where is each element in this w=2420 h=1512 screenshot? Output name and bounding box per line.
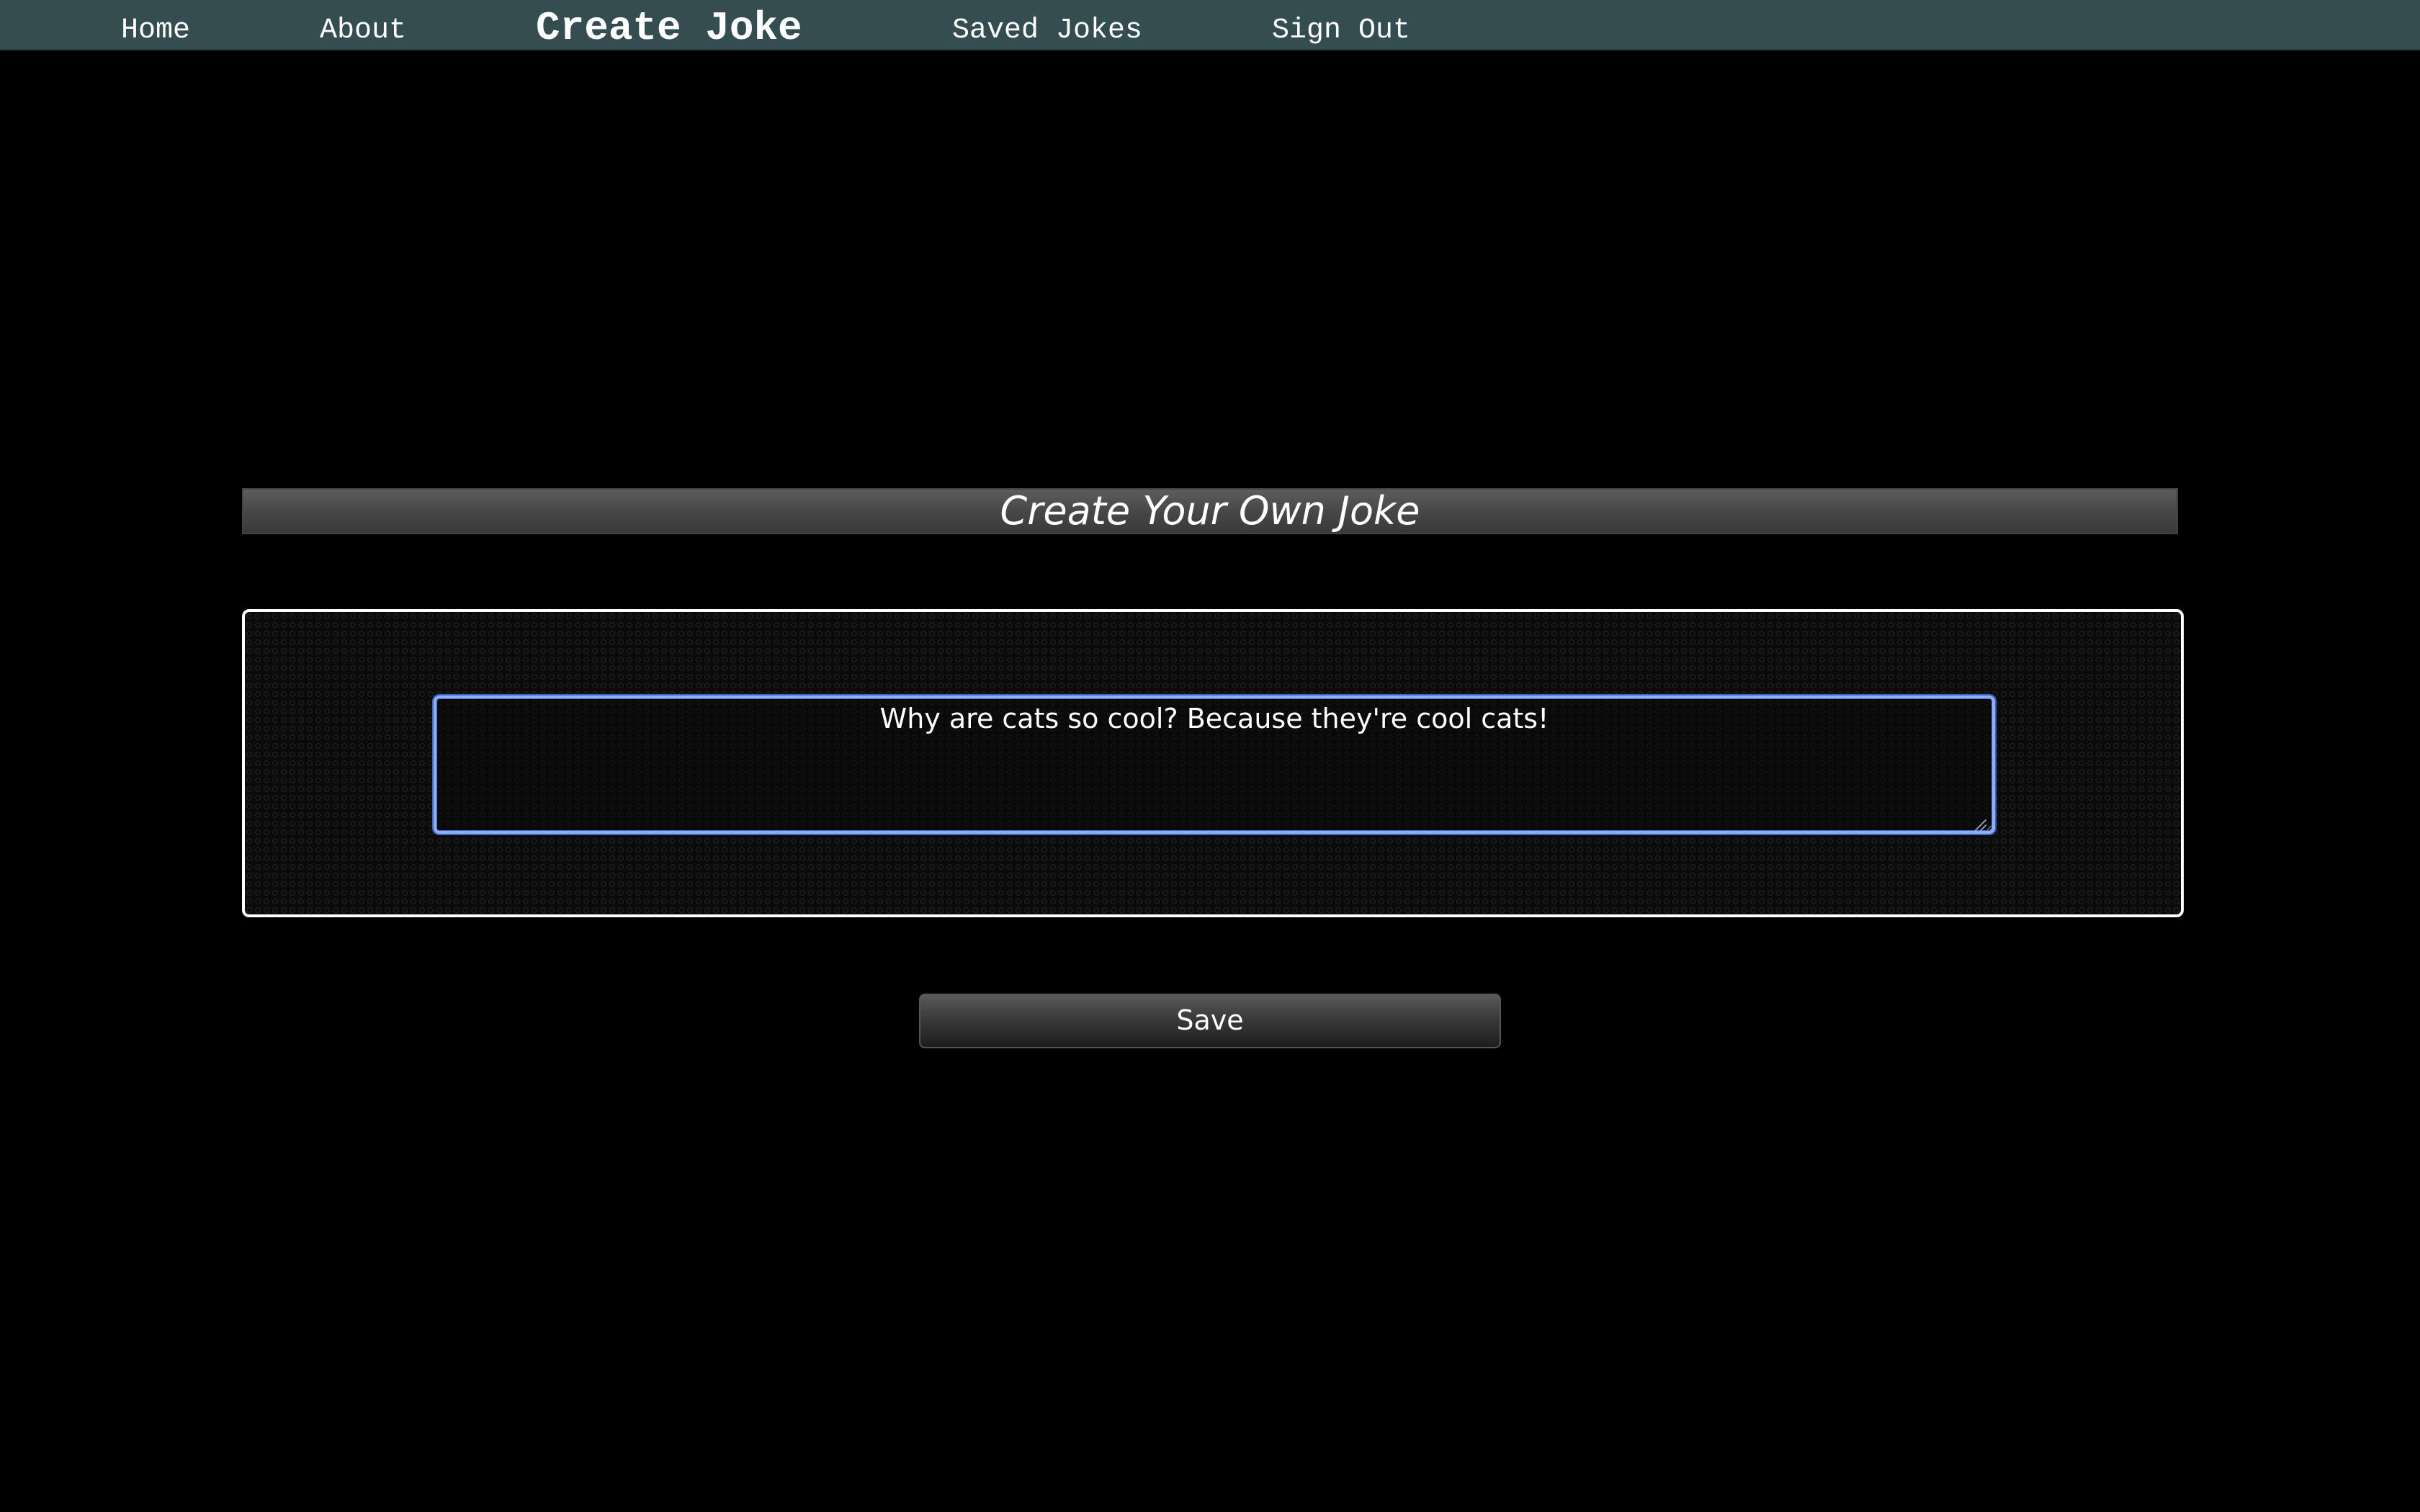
joke-text-input[interactable] — [434, 696, 1995, 834]
top-navbar: Home About Create Joke Saved Jokes Sign … — [0, 0, 2420, 51]
nav-create-joke-link[interactable]: Create Joke — [536, 0, 802, 51]
page-title-bar: Create Your Own Joke — [242, 488, 2178, 534]
nav-about-link[interactable]: About — [320, 0, 406, 50]
save-button[interactable]: Save — [919, 994, 1501, 1048]
joke-form-panel — [242, 609, 2184, 917]
nav-sign-out-link[interactable]: Sign Out — [1272, 0, 1410, 50]
resize-grip-icon[interactable] — [1975, 819, 1986, 831]
nav-saved-jokes-link[interactable]: Saved Jokes — [952, 0, 1142, 50]
nav-home-link[interactable]: Home — [121, 0, 190, 50]
page-title: Create Your Own Joke — [1000, 488, 1420, 534]
